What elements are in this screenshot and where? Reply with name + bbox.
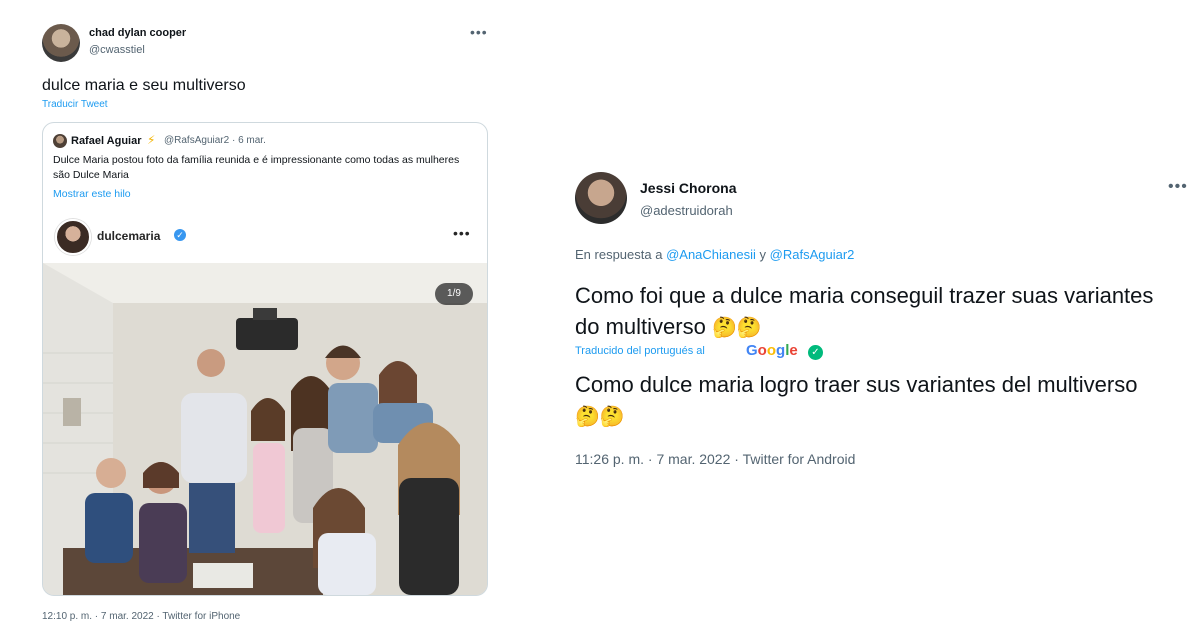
google-letter: o [766,342,777,359]
quoted-handle-date: @RafsAguiar2 · 6 mar. [164,135,266,146]
reply-conjunction: y [759,247,767,262]
more-options-icon[interactable]: ••• [470,24,488,40]
tweet-timestamp[interactable]: 11:26 p. m. · 7 mar. 2022 · Twitter for … [575,451,855,467]
verified-badge-icon: ✓ [174,229,186,241]
reply-prefix: En respuesta a [575,247,663,262]
lightning-bolt-icon: ⚡ [147,133,156,147]
quoted-author-name[interactable]: Rafael Aguiar [71,135,142,147]
translate-tweet-link[interactable]: Traducir Tweet [42,99,108,110]
instagram-avatar[interactable] [55,219,91,255]
mention-link[interactable]: @RafsAguiar2 [770,247,855,262]
family-photo-illustration [43,263,487,595]
more-options-icon[interactable]: ••• [1168,178,1188,196]
checkmark-circle-icon: ✓ [808,345,823,360]
mention-link[interactable]: @AnaChianesii [666,247,756,262]
instagram-username[interactable]: dulcemaria [97,229,160,243]
author-name[interactable]: chad dylan cooper [89,27,186,39]
google-letter: G [746,342,758,359]
author-handle[interactable]: @cwasstiel [89,44,145,56]
thinking-face-emoji: 🤔🤔 [575,404,625,428]
reply-context: En respuesta a @AnaChianesii y @RafsAgui… [575,247,854,262]
tweet-text: Como foi que a dulce maria conseguil tra… [575,283,1154,339]
thinking-face-emoji: 🤔🤔 [711,315,762,339]
google-letter: e [789,342,798,359]
translated-from-label: Traducido del portugués al [575,345,705,357]
tweet-text-block: Como foi que a dulce maria conseguil tra… [575,280,1165,343]
tweet-timestamp[interactable]: 12:10 p. m. · 7 mar. 2022 · Twitter for … [42,611,240,622]
google-letter: o [757,342,767,359]
author-avatar[interactable] [42,24,80,62]
author-handle[interactable]: @adestruidorah [640,203,733,218]
tweet-text: dulce maria e seu multiverso [42,77,246,94]
quoted-tweet-card[interactable]: Rafael Aguiar ⚡ @RafsAguiar2 · 6 mar. Du… [42,122,488,596]
instagram-photo[interactable]: 1/9 [43,263,487,595]
quoted-author-avatar[interactable] [53,134,67,148]
show-thread-link[interactable]: Mostrar este hilo [53,188,131,200]
quoted-tweet-text: Dulce Maria postou foto da família reuni… [53,154,460,181]
google-letter: g [776,342,786,359]
translated-text: Como dulce maria logro traer sus variant… [575,372,1138,397]
author-avatar[interactable] [575,172,627,224]
author-name[interactable]: Jessi Chorona [640,180,736,196]
google-logo: Google [746,342,798,359]
translated-text-block: Como dulce maria logro traer sus variant… [575,369,1165,432]
instagram-more-icon[interactable]: ••• [453,225,471,241]
photo-counter: 1/9 [435,283,473,305]
